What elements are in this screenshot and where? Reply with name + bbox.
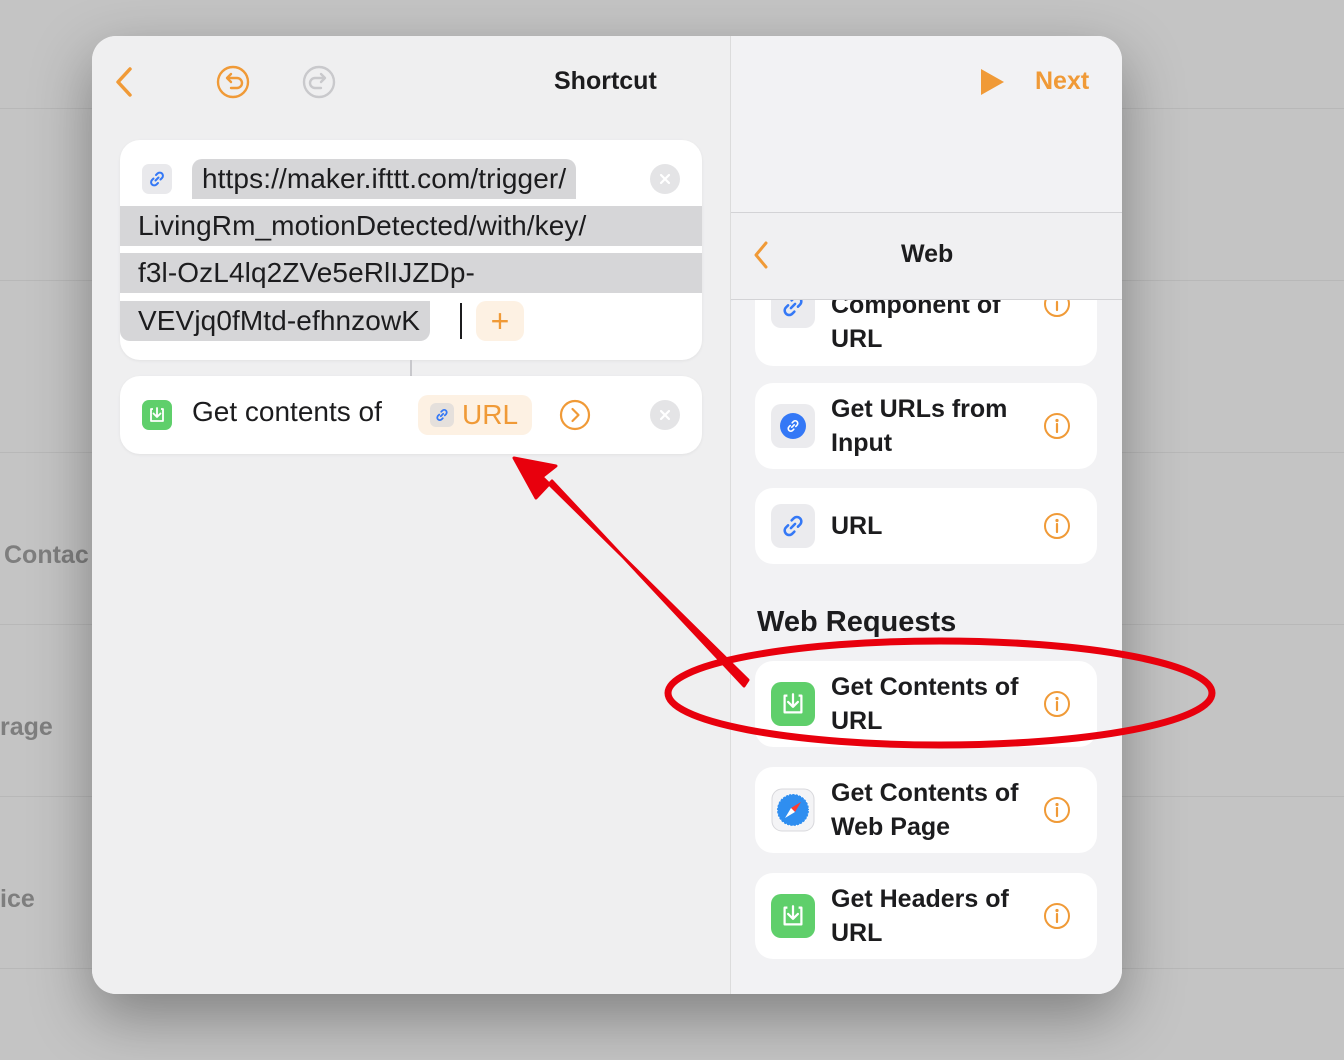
- action-item-label: Get Headers of URL: [831, 885, 1009, 947]
- link-icon: [150, 171, 164, 187]
- shortcut-title: Shortcut: [554, 67, 657, 95]
- bg-label-device: ice: [0, 885, 35, 913]
- expand-action-button[interactable]: [558, 398, 592, 432]
- download-icon: [771, 682, 815, 726]
- close-icon: [659, 409, 671, 421]
- bg-label-contacts: Contac: [4, 541, 89, 569]
- chevron-left-icon: [116, 67, 132, 97]
- url-text-line[interactable]: f3l-OzL4lq2ZVe5eRlIJZDp-: [120, 253, 702, 293]
- download-icon: [150, 407, 164, 422]
- action-item-label: Get Contents of URL: [831, 673, 1019, 735]
- info-icon[interactable]: [1043, 902, 1071, 930]
- add-variable-button[interactable]: +: [476, 301, 524, 341]
- action-connector: [410, 360, 412, 376]
- next-button[interactable]: Next: [1035, 67, 1089, 96]
- info-icon[interactable]: [1043, 796, 1071, 824]
- web-back-button[interactable]: [749, 237, 773, 273]
- action-item-label: Get Contents of Web Page: [831, 779, 1019, 841]
- url-action-icon: [142, 164, 172, 194]
- action-item-label: Get URLs from Input: [831, 395, 1008, 457]
- bg-label-storage: rage: [0, 713, 53, 741]
- info-icon[interactable]: [1043, 412, 1071, 440]
- undo-icon: [216, 65, 250, 99]
- chevron-left-icon: [754, 241, 768, 269]
- action-item-get-urls-from-input[interactable]: Get URLs from Input: [755, 383, 1097, 469]
- get-contents-action-icon: [142, 400, 172, 430]
- web-category-title: Web: [901, 240, 954, 268]
- link-icon: [430, 403, 454, 427]
- link-icon: [771, 504, 815, 548]
- get-contents-action-card[interactable]: Get contents of URL: [120, 376, 702, 454]
- url-text-line[interactable]: VEVjq0fMtd-efhnzowK: [120, 301, 431, 341]
- remove-action-button[interactable]: [650, 400, 680, 430]
- remove-action-button[interactable]: [650, 164, 680, 194]
- url-variable-token[interactable]: URL: [418, 395, 533, 435]
- shortcut-editor-modal: Shortcut https://maker.ifttt.com/trigger…: [92, 36, 1122, 994]
- text-caret: [460, 303, 462, 339]
- undo-button[interactable]: [215, 64, 251, 100]
- back-button[interactable]: [108, 64, 140, 100]
- actions-pane: Next Component of URL Web Get URLs from …: [730, 36, 1122, 994]
- action-item-label: URL: [831, 512, 883, 540]
- editor-pane: Shortcut https://maker.ifttt.com/trigger…: [92, 36, 730, 994]
- action-item-url[interactable]: URL: [755, 488, 1097, 564]
- get-contents-label: Get contents of: [192, 396, 382, 427]
- info-icon[interactable]: [1043, 512, 1071, 540]
- plus-icon: +: [490, 303, 510, 339]
- redo-icon: [302, 65, 336, 99]
- info-icon[interactable]: [1043, 690, 1071, 718]
- run-button[interactable]: [975, 64, 1009, 100]
- url-action-card[interactable]: https://maker.ifttt.com/trigger/ LivingR…: [120, 140, 702, 360]
- action-item-get-contents-of-url[interactable]: Get Contents of URL: [755, 661, 1097, 747]
- download-icon: [771, 894, 815, 938]
- url-text-line[interactable]: https://maker.ifttt.com/trigger/: [192, 159, 577, 199]
- section-title-web-requests: Web Requests: [757, 606, 957, 638]
- web-category-header: Web: [731, 212, 1122, 300]
- link-badge-icon: [771, 404, 815, 448]
- action-item-get-headers-of-url[interactable]: Get Headers of URL: [755, 873, 1097, 959]
- url-token-label: URL: [462, 399, 519, 430]
- safari-compass-icon: [771, 788, 815, 832]
- url-text-line[interactable]: LivingRm_motionDetected/with/key/: [120, 206, 702, 246]
- close-icon: [659, 173, 671, 185]
- redo-button[interactable]: [301, 64, 337, 100]
- play-icon: [981, 69, 1004, 95]
- action-item-get-contents-of-web-page[interactable]: Get Contents of Web Page: [755, 767, 1097, 853]
- chevron-right-circle-icon: [559, 399, 591, 431]
